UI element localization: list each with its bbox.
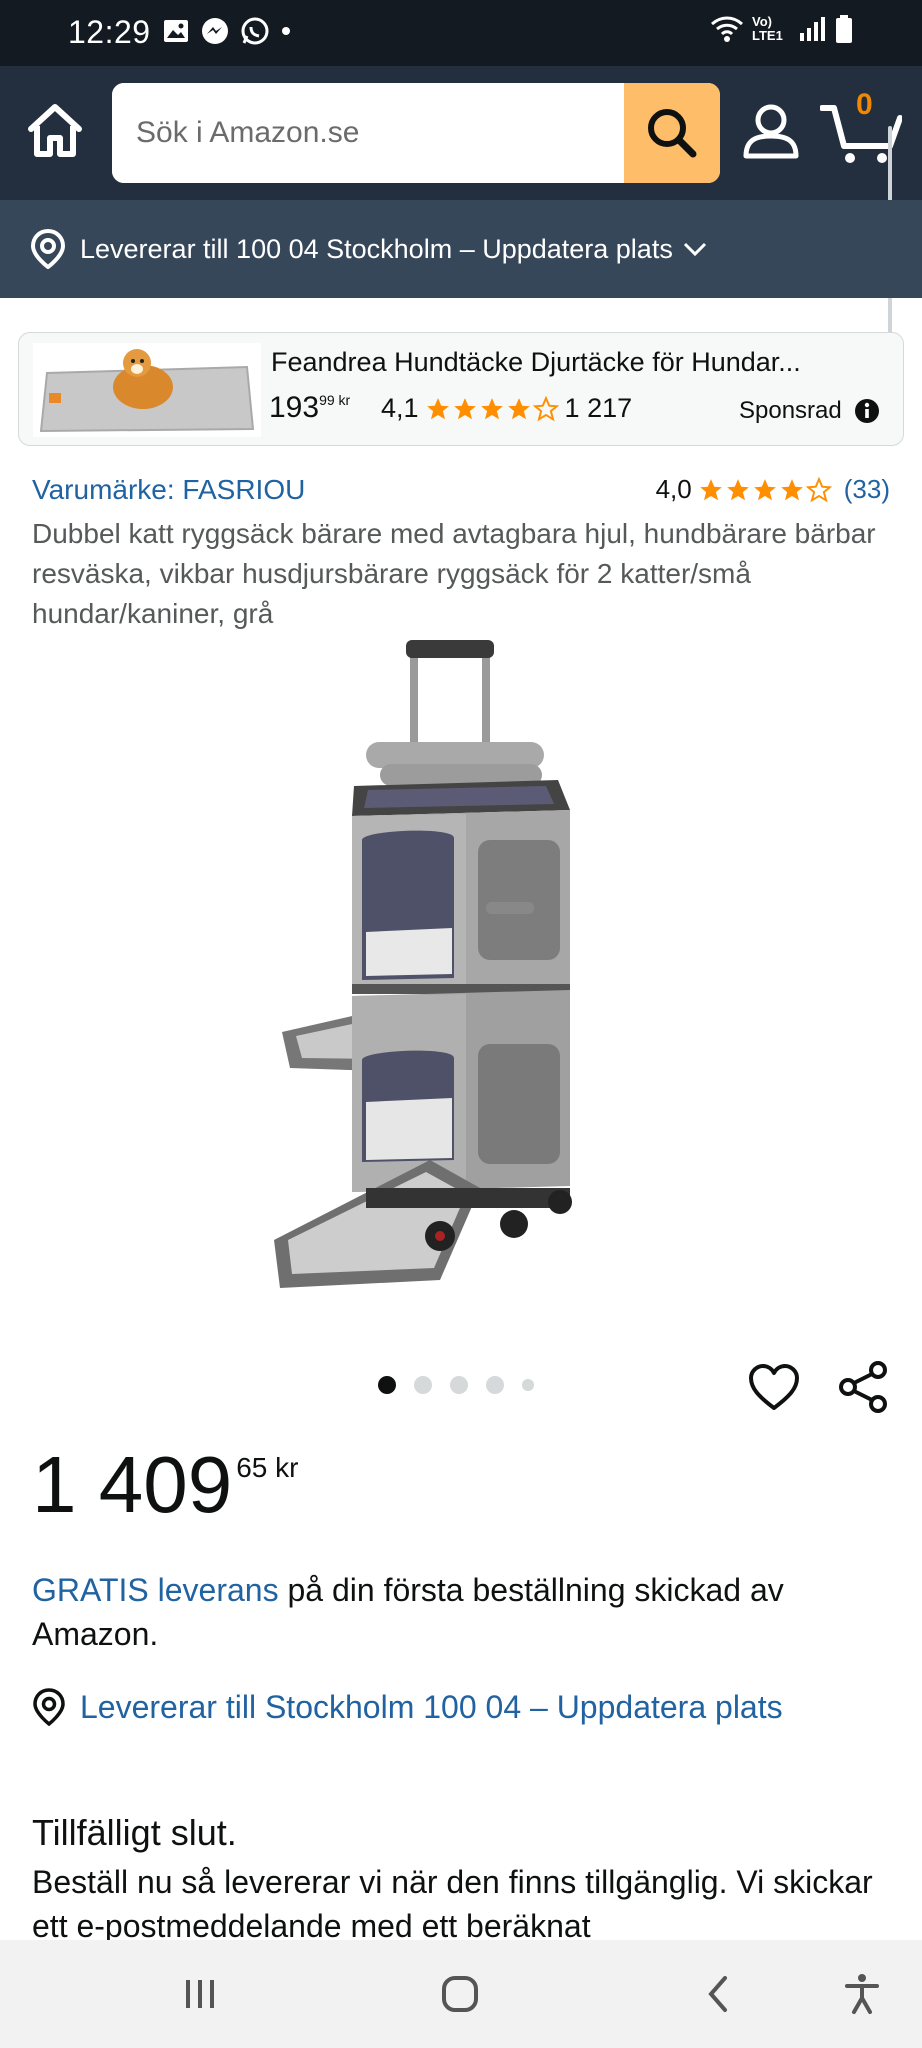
system-icons: Vo) LTE1 (710, 14, 854, 44)
price-whole: 1 409 (32, 1440, 233, 1529)
image-dot-active[interactable] (378, 1376, 396, 1394)
image-dot[interactable] (450, 1376, 468, 1394)
product-rating[interactable]: 4,0 (33) (656, 474, 890, 505)
messenger-icon (202, 18, 228, 44)
star-full-icon (753, 478, 776, 500)
star-full-icon (480, 397, 503, 419)
star-full-icon (726, 478, 749, 500)
search-input[interactable] (112, 83, 624, 183)
price-fraction: 65 kr (236, 1452, 299, 1483)
brand-link[interactable]: Varumärke: FASRIOU (32, 474, 305, 506)
location-pin-icon (33, 1688, 65, 1726)
system-nav-bar (0, 1940, 922, 2048)
home-nav-button[interactable] (436, 1970, 484, 2018)
accessibility-button[interactable] (838, 1970, 886, 2018)
heart-icon (749, 1364, 799, 1410)
home-button[interactable] (26, 102, 84, 160)
product-rating-value: 4,0 (655, 474, 692, 504)
share-icon (839, 1361, 887, 1413)
search-button[interactable] (624, 83, 720, 183)
signal-icon (800, 17, 825, 41)
network-label: Vo) LTE1 (752, 14, 783, 43)
stock-description: Beställ nu så levererar vi när den finns… (32, 1864, 873, 1944)
share-button[interactable] (836, 1360, 890, 1414)
product-rating-count: (33) (843, 474, 890, 504)
star-full-icon (507, 397, 530, 419)
home-icon (28, 104, 82, 157)
chevron-down-icon (683, 242, 706, 257)
more-dot-icon (282, 27, 290, 35)
image-pagination (378, 1376, 534, 1394)
product-price: 1 409 65 kr (32, 1440, 298, 1530)
image-dot[interactable] (414, 1376, 432, 1394)
sponsored-label-text: Sponsrad (739, 397, 842, 424)
home-nav-icon (442, 1976, 478, 2012)
location-pin-icon (30, 229, 66, 269)
status-bar: 12:29 Vo) LTE1 (0, 0, 922, 66)
search-icon (648, 109, 697, 158)
sponsored-price-fraction: 99 kr (319, 392, 351, 408)
star-full-icon (426, 397, 449, 419)
image-dot[interactable] (486, 1376, 504, 1394)
sponsored-product-card[interactable]: Feandrea Hundtäcke Djurtäcke för Hundar.… (18, 332, 904, 446)
info-icon[interactable] (854, 398, 880, 424)
sponsored-rating-count: 1 217 (564, 393, 633, 423)
wifi-icon (711, 16, 743, 42)
image-dot[interactable] (522, 1379, 534, 1391)
star-full-icon (780, 478, 803, 500)
back-button[interactable] (694, 1970, 742, 2018)
star-full-icon (699, 478, 722, 500)
delivery-info: GRATIS leverans på din första beställnin… (32, 1568, 902, 1656)
sponsored-product-image (33, 343, 261, 437)
star-empty-icon (805, 476, 832, 502)
status-time: 12:29 (68, 14, 151, 50)
amazon-header: 0 (0, 66, 922, 371)
back-icon (708, 1976, 727, 2012)
recent-apps-button[interactable] (176, 1970, 224, 2018)
search-bar (112, 83, 720, 183)
sponsored-title: Feandrea Hundtäcke Djurtäcke för Hundar.… (271, 347, 801, 377)
product-star-rating (698, 476, 832, 503)
wishlist-button[interactable] (748, 1362, 800, 1414)
recent-apps-icon (186, 1980, 214, 2008)
whatsapp-icon (241, 17, 269, 45)
free-delivery-link[interactable]: GRATIS leverans (32, 1572, 279, 1608)
user-icon (743, 104, 799, 159)
sponsored-rating: 4,1 1 217 (381, 393, 632, 424)
location-text: Levererar till 100 04 Stockholm – Uppdat… (80, 233, 673, 264)
sponsored-price-whole: 193 (269, 391, 320, 424)
deliver-to-text: Levererar till Stockholm 100 04 – Uppdat… (80, 1689, 783, 1725)
stock-status: Tillfälligt slut. (32, 1812, 237, 1853)
sponsored-label: Sponsrad (739, 397, 880, 425)
location-bar[interactable]: Levererar till 100 04 Stockholm – Uppdat… (0, 200, 922, 298)
product-image[interactable] (270, 640, 650, 1300)
sponsored-price: 19399 kr (269, 391, 350, 425)
sponsored-rating-value: 4,1 (381, 393, 419, 423)
product-title: Dubbel katt ryggsäck bärare med avtagbar… (32, 518, 876, 629)
gallery-icon (164, 20, 188, 42)
account-button[interactable] (740, 100, 802, 162)
battery-icon (836, 15, 852, 43)
accessibility-icon (845, 1974, 879, 2014)
star-full-icon (453, 397, 476, 419)
cart-count-badge: 0 (856, 88, 873, 121)
sponsored-star-rating (425, 395, 559, 422)
notification-icons (162, 16, 292, 46)
star-empty-icon (532, 395, 559, 421)
